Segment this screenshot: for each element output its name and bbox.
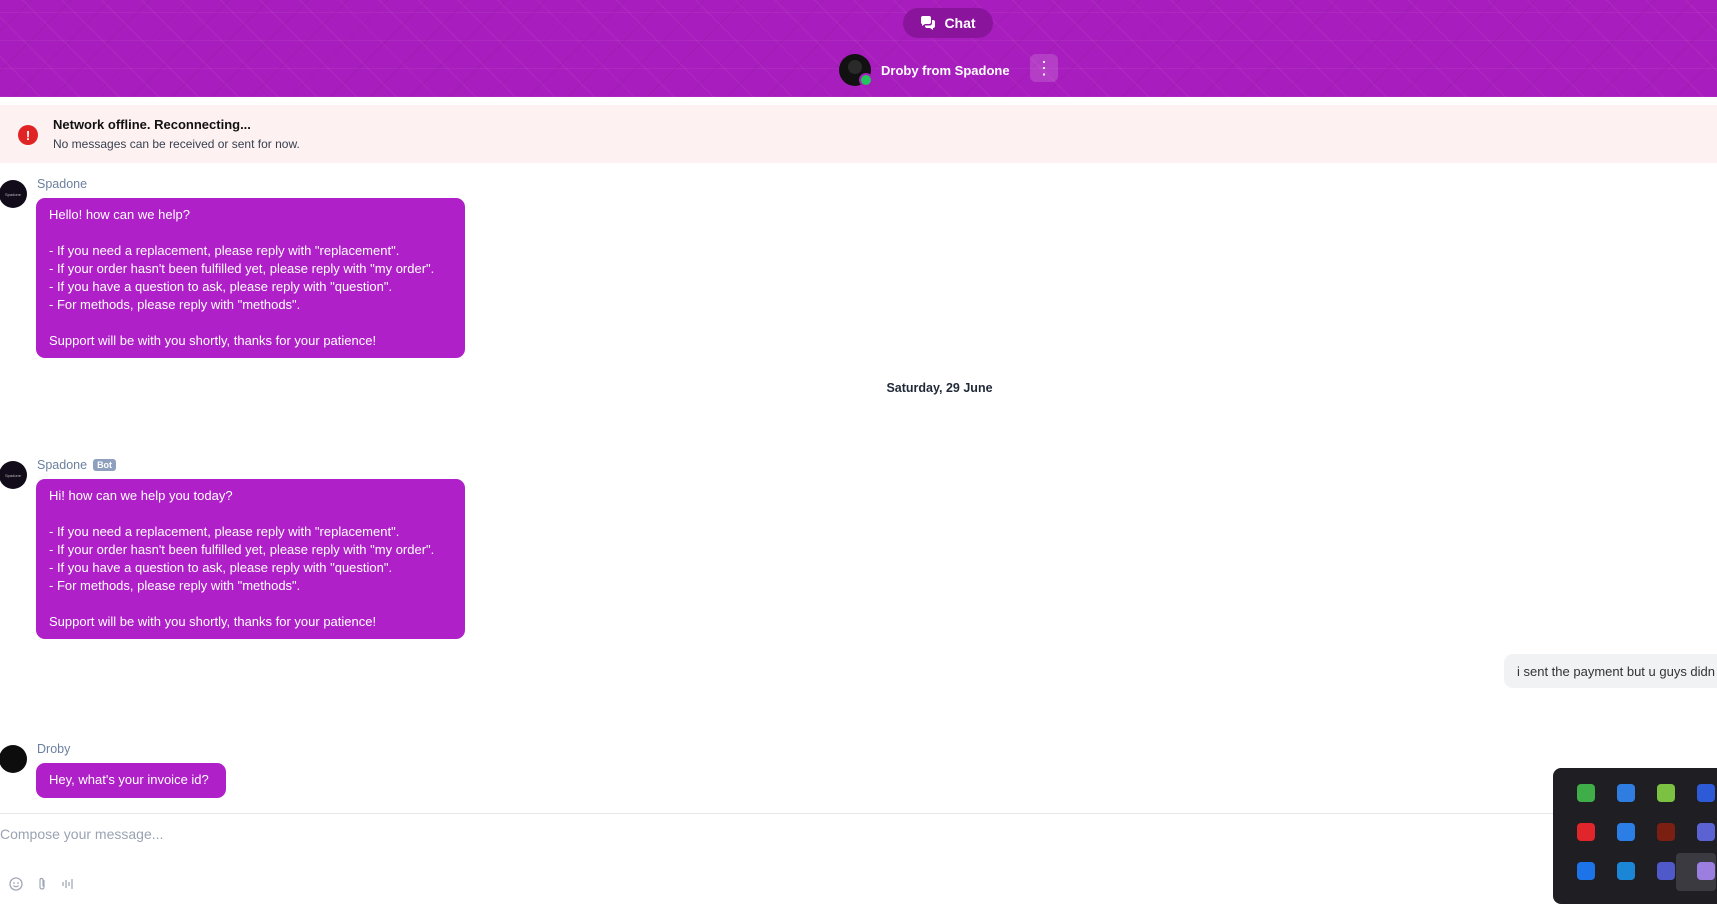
vertical-dots-icon: ⋮ <box>1035 58 1053 78</box>
composer-toolbar <box>8 876 76 892</box>
message-line: - If you have a question to ask, please … <box>49 560 393 575</box>
banner-title: Network offline. Reconnecting... <box>53 117 251 132</box>
message-sender: Spadone <box>37 177 88 191</box>
attachment-icon[interactable] <box>34 876 50 892</box>
chat-header: Chat Droby from Spadone ⋮ <box>0 0 1717 97</box>
message-bubble: Hey, what's your invoice id? <box>36 763 226 798</box>
message-line: Hi! how can we help you today? <box>49 488 233 503</box>
avatar: Spadone <box>0 461 27 489</box>
message-line <box>49 505 452 523</box>
message-line <box>49 595 452 613</box>
online-status-dot <box>859 73 873 87</box>
system-tray-popup <box>1553 768 1717 904</box>
teams-alt-icon[interactable] <box>1657 862 1675 880</box>
browser-app-icon[interactable] <box>1617 823 1635 841</box>
message-line: - For methods, please reply with "method… <box>49 578 301 593</box>
chat-app-icon[interactable] <box>1577 823 1595 841</box>
message-line: - If your order hasn't been fulfilled ye… <box>49 261 435 276</box>
message-sender: Droby <box>37 742 71 756</box>
date-divider: Saturday, 29 June <box>886 381 993 395</box>
cloud-drive-icon[interactable] <box>1617 784 1635 802</box>
message-line: - If you need a replacement, please repl… <box>49 524 400 539</box>
more-options-button[interactable]: ⋮ <box>1030 54 1058 82</box>
message-sender: Spadone Bot <box>37 458 117 472</box>
message-line: Hello! how can we help? <box>49 207 190 222</box>
agent-name: Droby from Spadone <box>881 62 1010 78</box>
composer-divider <box>0 813 1560 814</box>
voice-message-icon[interactable] <box>60 876 76 892</box>
message-line <box>49 224 452 242</box>
chat-tab[interactable]: Chat <box>903 8 993 38</box>
security-shield-icon[interactable] <box>1577 784 1595 802</box>
message-bubble: Hi! how can we help you today? - If you … <box>36 479 465 639</box>
chat-tab-label: Chat <box>944 15 976 31</box>
game-app-icon[interactable] <box>1657 823 1675 841</box>
emoji-icon[interactable] <box>8 876 24 892</box>
bot-badge: Bot <box>93 459 117 471</box>
message-line: - If you have a question to ask, please … <box>49 279 393 294</box>
message-input[interactable] <box>0 826 600 842</box>
avatar <box>0 745 27 773</box>
message-line: - For methods, please reply with "method… <box>49 297 301 312</box>
message-line: Hey, what's your invoice id? <box>49 772 209 787</box>
defender-icon[interactable] <box>1617 862 1635 880</box>
composer <box>0 826 600 842</box>
bluetooth-icon[interactable] <box>1577 862 1595 880</box>
pen-icon[interactable] <box>1697 862 1715 880</box>
outgoing-message-bubble: i sent the payment but u guys didn <box>1504 654 1717 688</box>
message-line <box>49 314 452 332</box>
message-line: Support will be with you shortly, thanks… <box>49 333 377 348</box>
bluestacks-icon[interactable] <box>1657 784 1675 802</box>
message-line: - If you need a replacement, please repl… <box>49 243 400 258</box>
agent-info: Droby from Spadone <box>839 52 1010 88</box>
alert-icon: ! <box>18 125 38 145</box>
message-bubble: Hello! how can we help? - If you need a … <box>36 198 465 358</box>
agent-avatar <box>839 54 873 87</box>
avatar: Spadone <box>0 180 27 208</box>
network-offline-banner: ! Network offline. Reconnecting... No me… <box>0 105 1717 163</box>
message-line: - If your order hasn't been fulfilled ye… <box>49 542 435 557</box>
chat-bubbles-icon <box>921 16 936 30</box>
malwarebytes-icon[interactable] <box>1697 784 1715 802</box>
message-line: Support will be with you shortly, thanks… <box>49 614 377 629</box>
teams-icon[interactable] <box>1697 823 1715 841</box>
banner-subtitle: No messages can be received or sent for … <box>53 137 300 151</box>
outgoing-message-text: i sent the payment but u guys didn <box>1517 663 1716 679</box>
